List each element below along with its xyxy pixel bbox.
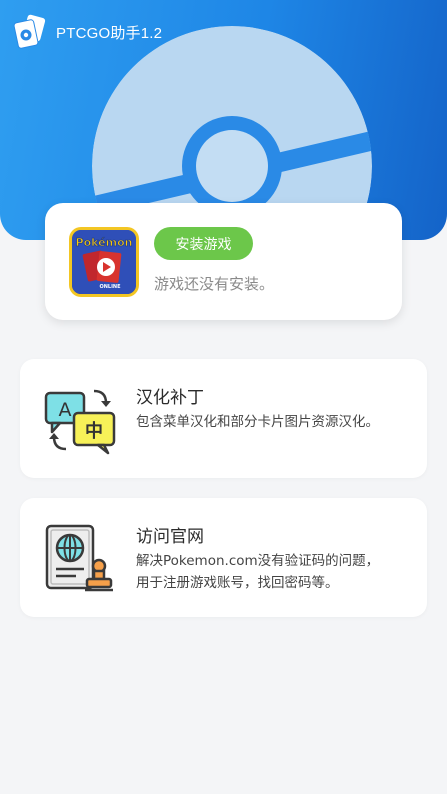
description-line: 包含菜单汉化和部分卡片图片资源汉化。: [136, 414, 379, 430]
description-line: 用于注册游戏账号，找回密码等。: [136, 575, 339, 591]
official-site-title: 访问官网: [136, 527, 204, 547]
svg-text:中: 中: [85, 420, 103, 442]
app-logo-icon: [13, 14, 46, 49]
install-card: Pokémon ONLINE 安装游戏 游戏还没有安装。: [45, 203, 402, 320]
install-status-text: 游戏还没有安装。: [154, 275, 275, 293]
official-site-description: 解决Pokemon.com没有验证码的问题， 用于注册游戏账号，找回密码等。: [136, 550, 416, 594]
official-site-card[interactable]: 访问官网 解决Pokemon.com没有验证码的问题， 用于注册游戏账号，找回密…: [20, 498, 427, 617]
install-game-button[interactable]: 安装游戏: [154, 227, 253, 260]
chinese-patch-description: 包含菜单汉化和部分卡片图片资源汉化。: [136, 411, 416, 433]
app-bar: PTCGO助手1.2: [12, 14, 162, 50]
svg-text:Pokémon: Pokémon: [76, 236, 133, 249]
svg-text:ONLINE: ONLINE: [99, 284, 121, 290]
description-line: 解决Pokemon.com没有验证码的问题，: [136, 553, 380, 569]
pokemon-tcg-online-logo-icon: Pokémon ONLINE: [72, 230, 136, 294]
chinese-patch-card[interactable]: A 中 汉化补丁 包含菜单汉化和部分卡片图片资源汉化。: [20, 359, 427, 478]
svg-text:A: A: [59, 399, 72, 421]
chinese-patch-title: 汉化补丁: [136, 388, 204, 408]
translate-icon: A 中: [44, 389, 116, 455]
game-app-icon[interactable]: Pokémon ONLINE: [69, 227, 139, 297]
app-title: PTCGO助手1.2: [56, 24, 163, 42]
passport-icon: [45, 524, 113, 592]
